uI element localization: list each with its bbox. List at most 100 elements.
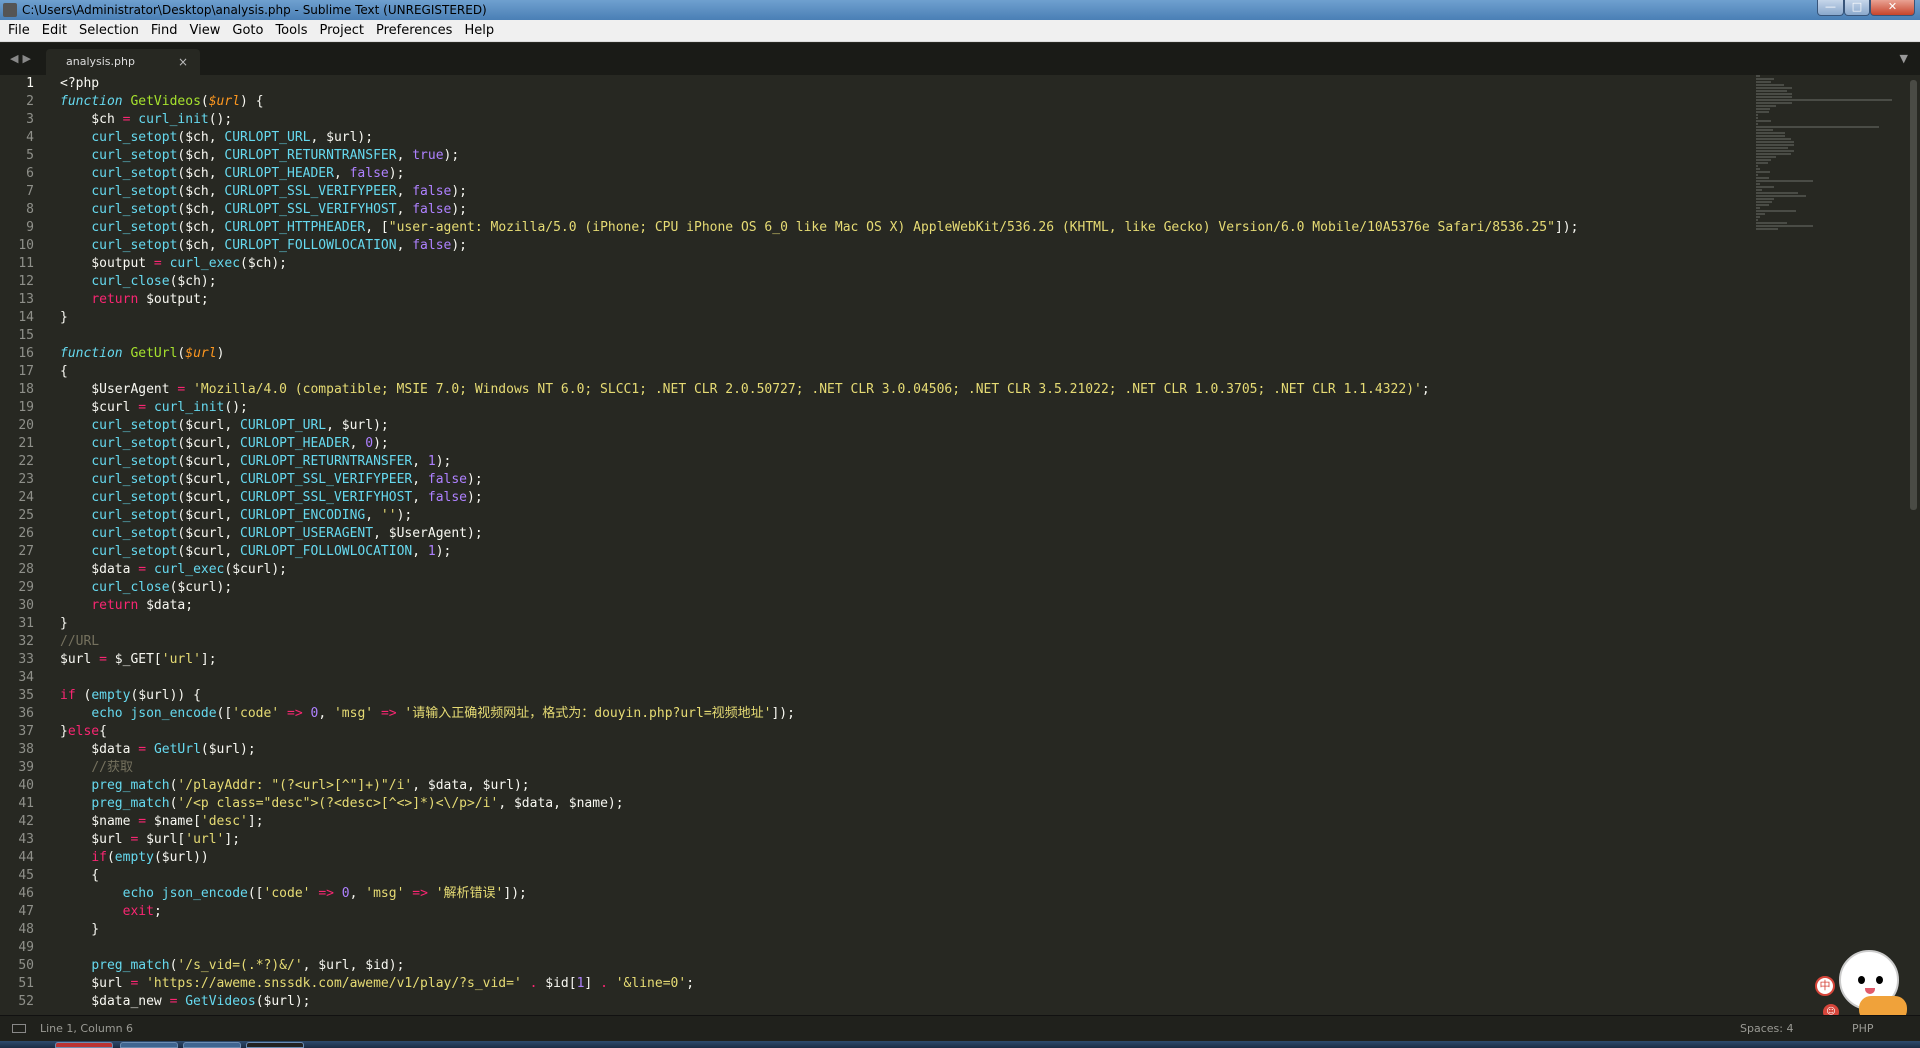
code-line[interactable]: curl_setopt($curl, CURLOPT_USERAGENT, $U… (60, 525, 1750, 543)
code-token: 'url' (161, 652, 201, 667)
menu-goto[interactable]: Goto (226, 20, 269, 42)
code-line[interactable]: $data = GetUrl($url); (60, 741, 1750, 759)
code-line[interactable]: function GetUrl($url) (60, 345, 1750, 363)
menu-preferences[interactable]: Preferences (370, 20, 458, 42)
tab-list-icon[interactable]: ▼ (1900, 52, 1908, 65)
code-line[interactable]: } (60, 309, 1750, 327)
code-line[interactable]: curl_setopt($curl, CURLOPT_SSL_VERIFYPEE… (60, 471, 1750, 489)
tab-label: analysis.php (66, 55, 135, 68)
line-number: 24 (18, 490, 34, 505)
syntax-setting[interactable]: PHP (1852, 1016, 1874, 1042)
code-line[interactable]: }else{ (60, 723, 1750, 741)
minimap-line (1756, 111, 1770, 113)
code-line[interactable] (60, 669, 1750, 687)
code-line[interactable]: curl_setopt($ch, CURLOPT_HTTPHEADER, ["u… (60, 219, 1750, 237)
code-line[interactable]: $UserAgent = 'Mozilla/4.0 (compatible; M… (60, 381, 1750, 399)
code-line[interactable]: curl_close($ch); (60, 273, 1750, 291)
code-line[interactable]: curl_setopt($ch, CURLOPT_FOLLOWLOCATION,… (60, 237, 1750, 255)
menu-tools[interactable]: Tools (269, 20, 313, 42)
code-line[interactable]: curl_setopt($ch, CURLOPT_SSL_VERIFYPEER,… (60, 183, 1750, 201)
minimize-button[interactable]: — (1817, 0, 1844, 16)
tab-close-icon[interactable]: × (178, 49, 188, 75)
minimap[interactable] (1756, 75, 1906, 230)
menu-view[interactable]: View (184, 20, 227, 42)
code-line[interactable]: preg_match('/s_vid=(.*?)&/', $url, $id); (60, 957, 1750, 975)
code-line[interactable]: curl_setopt($ch, CURLOPT_HEADER, false); (60, 165, 1750, 183)
code-editor[interactable]: 1 2 3 4 5 6 7 8 9 10 11 12 13 14 15 16 17 18 19 20 21 22 23 24 2… (0, 75, 1920, 1015)
code-line[interactable]: } (60, 921, 1750, 939)
line-number: 16 (18, 346, 34, 361)
taskbar-app-1[interactable] (55, 1042, 113, 1048)
code-line[interactable]: $data_new = GetVideos($url); (60, 993, 1750, 1011)
code-line[interactable]: $name = $name['desc']; (60, 813, 1750, 831)
code-line[interactable]: if(empty($url)) (60, 849, 1750, 867)
code-token: empty (91, 688, 131, 703)
vertical-scrollbar[interactable] (1910, 80, 1917, 510)
code-token: ($curl, (177, 490, 241, 505)
code-line[interactable]: curl_setopt($curl, CURLOPT_HEADER, 0); (60, 435, 1750, 453)
code-line[interactable]: $data = curl_exec($curl); (60, 561, 1750, 579)
ime-language-toggle[interactable]: 中 (1815, 976, 1835, 996)
code-line[interactable]: curl_close($curl); (60, 579, 1750, 597)
menu-selection[interactable]: Selection (73, 20, 145, 42)
line-number: 13 (18, 292, 34, 307)
code-line[interactable]: curl_setopt($ch, CURLOPT_URL, $url); (60, 129, 1750, 147)
window-titlebar[interactable]: C:\Users\Administrator\Desktop\analysis.… (0, 0, 1920, 20)
code-line[interactable]: curl_setopt($ch, CURLOPT_RETURNTRANSFER,… (60, 147, 1750, 165)
code-line[interactable]: curl_setopt($ch, CURLOPT_SSL_VERIFYHOST,… (60, 201, 1750, 219)
code-line[interactable]: curl_setopt($curl, CURLOPT_URL, $url); (60, 417, 1750, 435)
code-line[interactable]: preg_match('/<p class="desc">(?<desc>[^<… (60, 795, 1750, 813)
close-button[interactable]: ✕ (1870, 0, 1915, 16)
code-token: $data (60, 742, 139, 757)
code-line[interactable]: return $output; (60, 291, 1750, 309)
tab-analysis-php[interactable]: analysis.php × (46, 49, 200, 75)
tab-prev-icon[interactable]: ◀ (10, 52, 22, 65)
code-line[interactable] (60, 939, 1750, 957)
indentation-setting[interactable]: Spaces: 4 (1740, 1016, 1793, 1042)
taskbar-app-2[interactable] (120, 1042, 178, 1048)
code-area[interactable]: <?php function GetVideos($url) { $ch = cu… (60, 75, 1750, 1011)
mascot-eye-left (1858, 976, 1865, 984)
code-line[interactable]: curl_setopt($curl, CURLOPT_SSL_VERIFYHOS… (60, 489, 1750, 507)
code-line[interactable]: echo json_encode(['code' => 0, 'msg' => … (60, 885, 1750, 903)
panel-toggle-icon[interactable] (12, 1024, 26, 1033)
code-token: GetUrl (130, 346, 178, 361)
tab-next-icon[interactable]: ▶ (22, 52, 34, 65)
code-line[interactable]: function GetVideos($url) { (60, 93, 1750, 111)
code-line[interactable]: $url = 'https://aweme.snssdk.com/aweme/v… (60, 975, 1750, 993)
code-line[interactable]: if (empty($url)) { (60, 687, 1750, 705)
taskbar-app-3[interactable] (183, 1042, 241, 1048)
menu-project[interactable]: Project (313, 20, 369, 42)
code-token: , $url, $id); (302, 958, 405, 973)
code-line[interactable]: $output = curl_exec($ch); (60, 255, 1750, 273)
code-line[interactable]: curl_setopt($curl, CURLOPT_FOLLOWLOCATIO… (60, 543, 1750, 561)
code-line[interactable]: } (60, 615, 1750, 633)
code-line[interactable]: exit; (60, 903, 1750, 921)
code-line[interactable]: <?php (60, 75, 1750, 93)
code-line[interactable]: //URL (60, 633, 1750, 651)
code-line[interactable]: echo json_encode(['code' => 0, 'msg' => … (60, 705, 1750, 723)
menu-file[interactable]: File (0, 20, 36, 42)
code-line[interactable]: return $data; (60, 597, 1750, 615)
code-line[interactable]: preg_match('/playAddr: "(?<url>[^"]+)"/i… (60, 777, 1750, 795)
code-line[interactable]: $url = $_GET['url']; (60, 651, 1750, 669)
code-token: ($ch, (177, 202, 225, 217)
code-token: 0 (365, 436, 374, 451)
code-line[interactable]: $ch = curl_init(); (60, 111, 1750, 129)
code-line[interactable]: curl_setopt($curl, CURLOPT_ENCODING, '')… (60, 507, 1750, 525)
code-line[interactable]: { (60, 867, 1750, 885)
code-line[interactable]: { (60, 363, 1750, 381)
maximize-button[interactable]: □ (1844, 0, 1870, 16)
menu-find[interactable]: Find (145, 20, 184, 42)
code-line[interactable]: $url = $url['url']; (60, 831, 1750, 849)
taskbar-app-sublime[interactable] (246, 1042, 304, 1048)
code-line[interactable]: //获取 (60, 759, 1750, 777)
code-line[interactable]: $curl = curl_init(); (60, 399, 1750, 417)
menu-help[interactable]: Help (458, 20, 500, 42)
menu-edit[interactable]: Edit (36, 20, 73, 42)
minimap-line (1756, 171, 1770, 173)
code-line[interactable] (60, 327, 1750, 345)
code-line[interactable]: curl_setopt($curl, CURLOPT_RETURNTRANSFE… (60, 453, 1750, 471)
